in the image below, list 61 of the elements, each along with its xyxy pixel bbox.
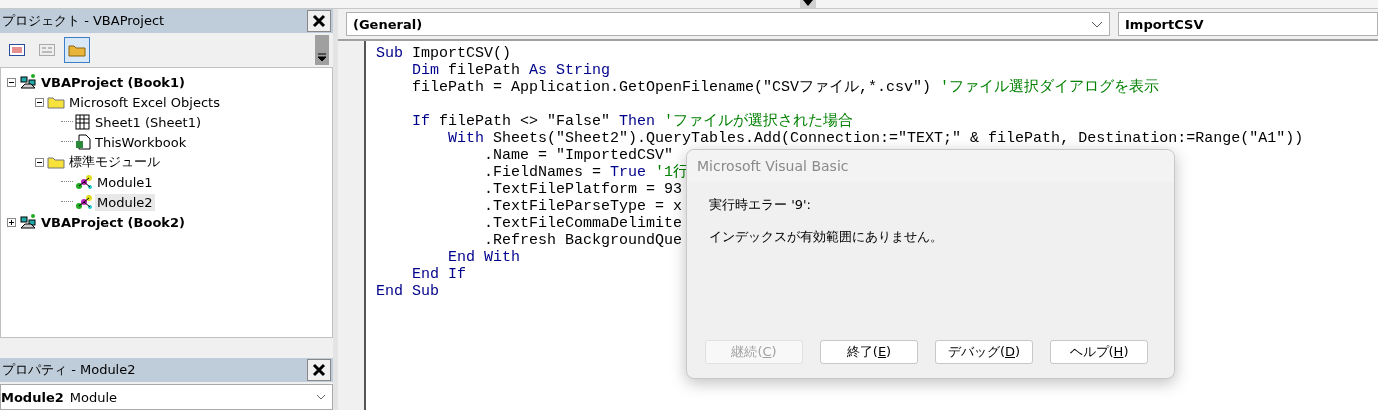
close-button[interactable] (307, 359, 331, 381)
chevron-down-icon (316, 394, 326, 400)
code-line: If filePath <> "False" Then 'ファイルが選択された場合 (411, 113, 854, 130)
module-icon (75, 174, 93, 190)
folder-icon (47, 95, 65, 109)
toggle-folders-button[interactable] (64, 37, 90, 63)
tree-item[interactable]: Microsoft Excel Objects (67, 93, 222, 111)
code-line: .TextFilePlatform = 93 (483, 181, 683, 198)
dialog-button[interactable]: ヘルプ(H) (1050, 340, 1148, 364)
pane-title: プロパティ - Module2 (2, 361, 136, 379)
list-icon (9, 44, 25, 56)
dialog-title: Microsoft Visual Basic (687, 150, 1174, 182)
code-line: filePath = Application.GetOpenFilename("CSVファイル,*.csv") 'ファイル選択ダイアログを表示 (411, 79, 1160, 96)
sheet-icon (75, 114, 91, 130)
toolbar-overflow-icon[interactable] (315, 35, 329, 65)
close-icon (312, 14, 326, 28)
combo-value: ImportCSV (1125, 16, 1204, 32)
expand-toggle-icon[interactable] (33, 157, 45, 167)
code-line: End With (447, 249, 521, 266)
code-line: .FieldNames = True '1行 (483, 164, 689, 181)
tree-item[interactable]: VBAProject (Book2) (39, 213, 187, 231)
tree-item[interactable]: Sheet1 (Sheet1) (93, 113, 203, 131)
project-icon (19, 74, 37, 90)
project-icon (19, 214, 37, 230)
tree-item[interactable]: VBAProject (Book1) (39, 73, 187, 91)
combo-value: (General) (353, 16, 423, 32)
folder-icon (47, 155, 65, 169)
dialog-button[interactable]: デバッグ(D) (935, 340, 1033, 364)
expand-toggle-icon[interactable] (5, 77, 17, 87)
object-dropdown[interactable]: Module2 Module (0, 384, 333, 410)
expand-toggle-icon[interactable] (33, 97, 45, 107)
pane-title: プロジェクト - VBAProject (2, 12, 165, 30)
close-button[interactable] (307, 10, 331, 32)
code-line: End Sub (376, 283, 439, 300)
dialog-button[interactable]: 終了(E) (820, 340, 918, 364)
code-line: .Name = "ImportedCSV" (483, 147, 674, 164)
code-line: With Sheets("Sheet2").QueryTables.Add(Connection:="TEXT;" & filePath, Destination:=Range("A1")) (447, 130, 1304, 147)
object-name: Module2 (1, 389, 64, 405)
chevron-down-icon (1091, 20, 1103, 28)
close-icon (312, 363, 326, 377)
dropdown-arrow-icon[interactable] (800, 0, 816, 8)
code-line: End If (411, 266, 466, 283)
code-line: .TextFileParseType = x (483, 198, 683, 215)
error-heading: 実行時エラー '9': (709, 196, 812, 214)
object-type: Module (69, 389, 119, 405)
workbook-icon (75, 134, 91, 150)
code-line: Dim filePath As String (411, 62, 611, 79)
form-icon (39, 44, 55, 56)
object-combo[interactable]: (General) (346, 12, 1110, 36)
code-line: .Refresh BackgroundQue (483, 232, 683, 249)
tree-item[interactable]: ThisWorkbook (93, 133, 189, 151)
code-line: Sub ImportCSV() (376, 45, 512, 62)
code-line: .TextFileCommaDelimite (483, 215, 683, 232)
tree-item[interactable]: 標準モジュール (67, 152, 162, 172)
module-icon (75, 194, 93, 210)
expand-toggle-icon[interactable] (5, 217, 17, 227)
tree-item[interactable]: Module2 (95, 193, 155, 211)
tree-item[interactable]: Module1 (95, 173, 155, 191)
error-message: インデックスが有効範囲にありません。 (709, 228, 944, 246)
procedure-combo[interactable]: ImportCSV (1118, 12, 1378, 36)
folder-icon (68, 43, 86, 57)
